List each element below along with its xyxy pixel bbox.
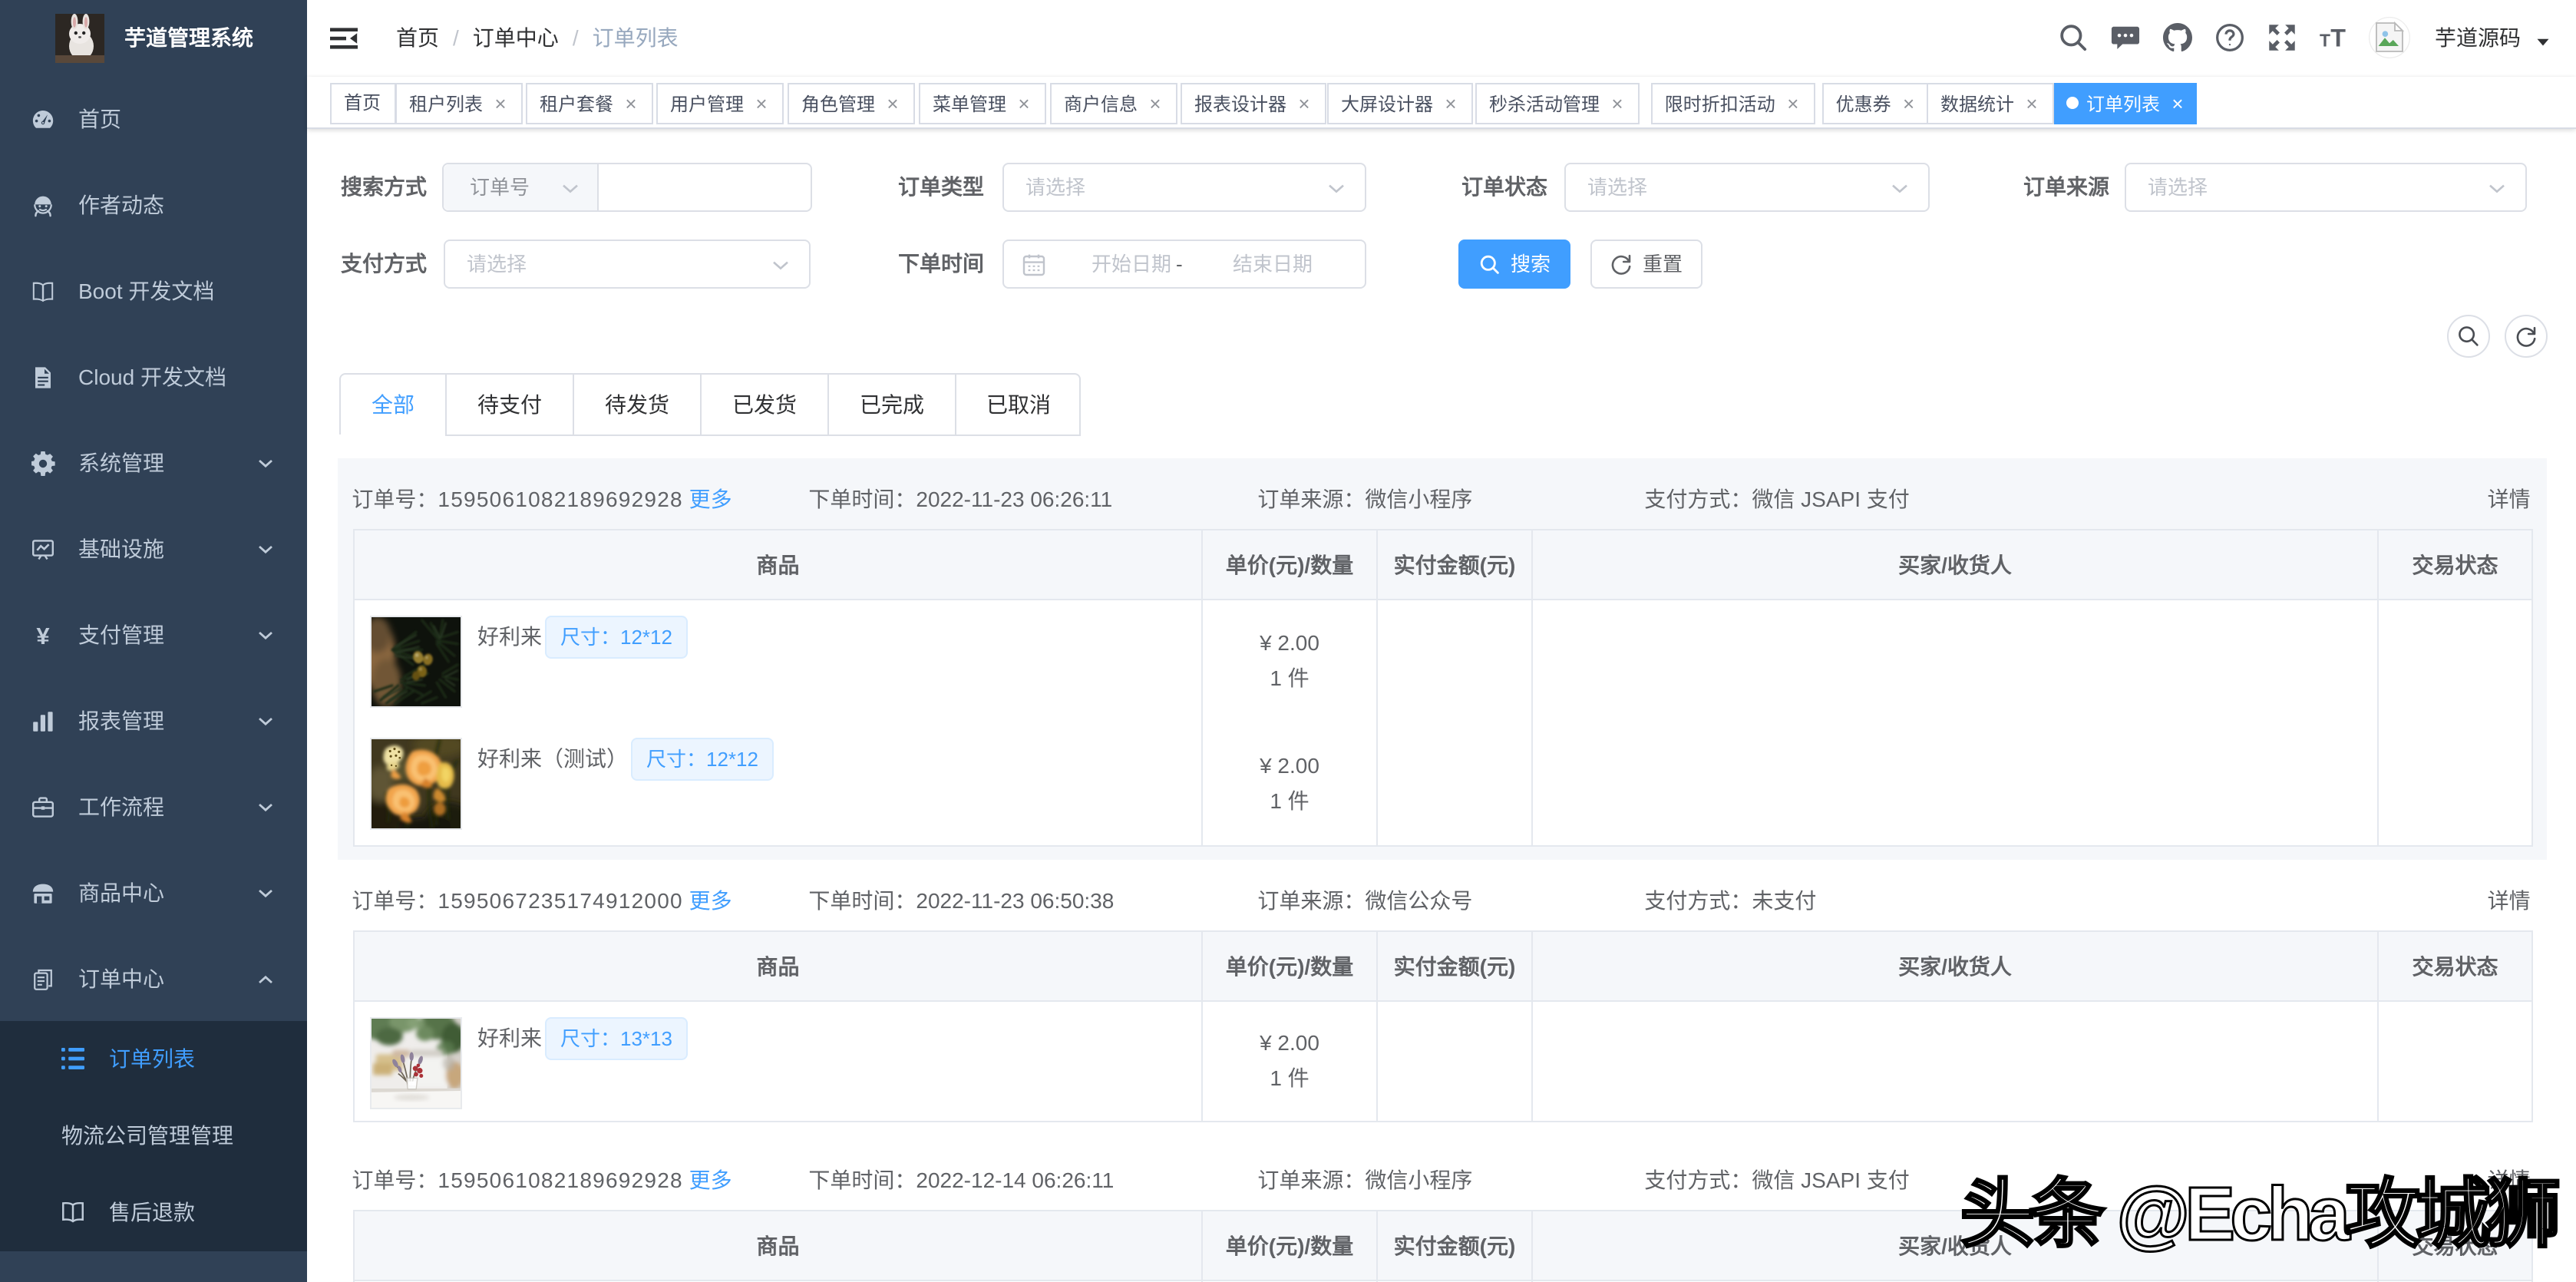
- svg-text:T: T: [2320, 30, 2330, 50]
- svg-text:T: T: [2330, 24, 2346, 51]
- svg-text:¥: ¥: [36, 623, 50, 648]
